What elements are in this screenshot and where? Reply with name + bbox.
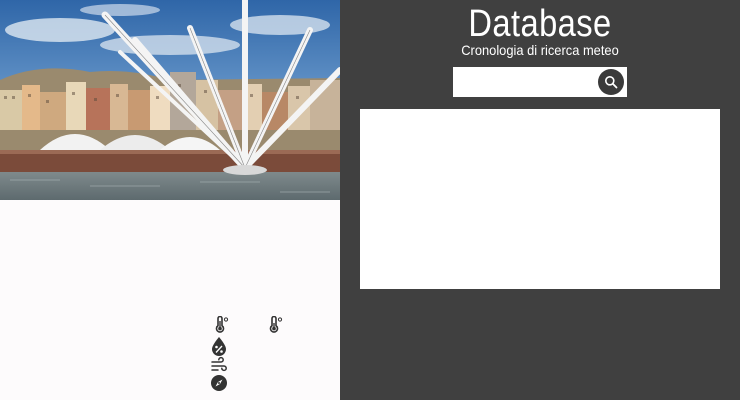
- search-button[interactable]: [598, 69, 624, 95]
- thermometer-icon: [266, 315, 284, 338]
- compass-icon: [210, 374, 228, 396]
- weather-stats: [208, 314, 308, 394]
- page-subtitle: Cronologia di ricerca meteo: [461, 42, 619, 58]
- left-panel: [0, 0, 340, 400]
- right-panel: Database Cronologia di ricerca meteo: [340, 0, 740, 400]
- search-input[interactable]: [453, 67, 593, 97]
- city-harbor-photo: [0, 0, 340, 200]
- search-bar: [453, 67, 627, 97]
- search-history-results: [360, 109, 720, 289]
- thermometer-icon: [212, 315, 230, 338]
- page-title: Database: [468, 3, 612, 45]
